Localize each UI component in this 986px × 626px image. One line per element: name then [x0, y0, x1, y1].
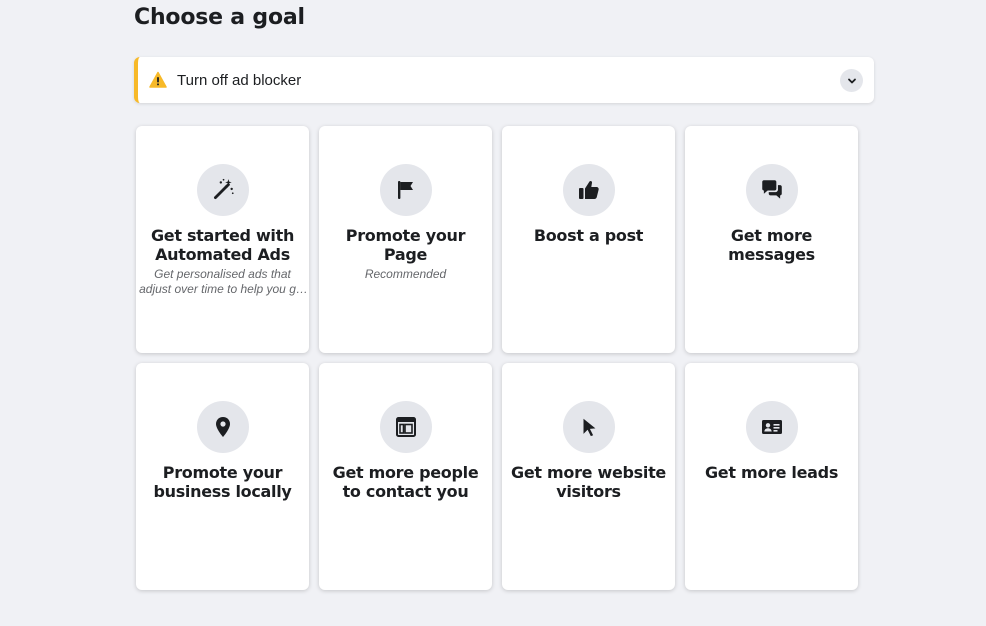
goal-card-boost-post[interactable]: Boost a post [502, 126, 675, 353]
goal-icon-circle [562, 401, 615, 453]
goal-icon-circle [379, 164, 432, 216]
goal-title: Get more people to contact you [332, 463, 479, 501]
goal-title: Boost a post [533, 226, 644, 245]
magic-wand-icon [213, 178, 234, 199]
flag-icon [397, 181, 413, 199]
page-title: Choose a goal [134, 5, 305, 30]
expand-alert-button[interactable] [840, 69, 863, 92]
alert-text: Turn off ad blocker [177, 71, 302, 89]
goal-title: Promote your business locally [153, 463, 292, 501]
goal-card-promote-locally[interactable]: Promote your business locally [136, 363, 309, 590]
goal-card-promote-page[interactable]: Promote your Page Recommended [319, 126, 492, 353]
ad-blocker-alert[interactable]: Turn off ad blocker [134, 57, 874, 103]
goal-card-automated-ads[interactable]: Get started with Automated Ads Get perso… [136, 126, 309, 353]
goal-icon-circle [196, 164, 249, 216]
goal-card-contact[interactable]: Get more people to contact you [319, 363, 492, 590]
goal-card-website-visitors[interactable]: Get more website visitors [502, 363, 675, 590]
goal-icon-circle [379, 401, 432, 453]
goal-card-messages[interactable]: Get more messages [685, 126, 858, 353]
goal-card-leads[interactable]: Get more leads [685, 363, 858, 590]
goal-title: Promote your Page [345, 226, 466, 264]
goal-icon-circle [745, 164, 798, 216]
goal-grid: Get started with Automated Ads Get perso… [136, 126, 858, 590]
cursor-icon [583, 418, 595, 437]
chevron-down-icon [847, 78, 856, 83]
goal-icon-circle [562, 164, 615, 216]
goal-title: Get more website visitors [511, 463, 666, 501]
contact-page-icon [395, 417, 416, 437]
thumbs-up-icon [578, 181, 599, 199]
goal-icon-circle [745, 401, 798, 453]
goal-subtitle: Get personalised ads that adjust over ti… [139, 267, 306, 296]
id-card-icon [761, 420, 782, 434]
goal-icon-circle [196, 401, 249, 453]
location-pin-icon [215, 417, 230, 437]
chat-bubbles-icon [761, 180, 782, 199]
goal-subtitle: Recommended [364, 267, 447, 281]
warning-icon [149, 71, 167, 89]
goal-title: Get more messages [728, 226, 815, 264]
goal-title: Get more leads [704, 463, 839, 482]
goal-title: Get started with Automated Ads [150, 226, 295, 264]
